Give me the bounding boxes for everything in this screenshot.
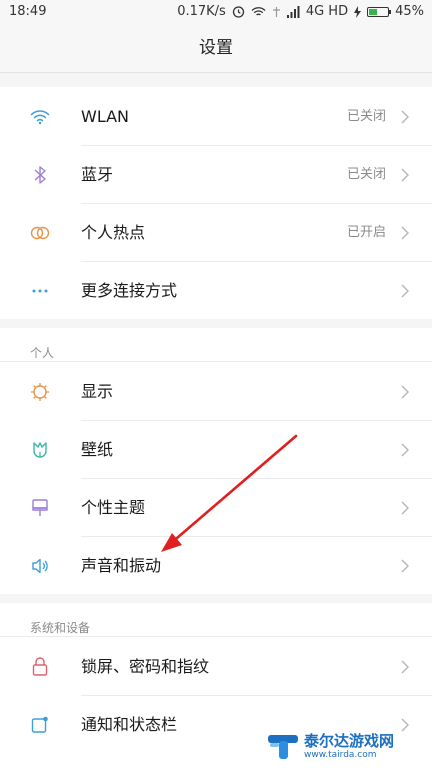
charging-icon <box>354 5 362 18</box>
more-dots-icon <box>30 281 50 301</box>
notification-icon <box>30 715 50 735</box>
speaker-icon <box>30 556 50 576</box>
page-title: 设置 <box>0 24 432 73</box>
settings-item-theme[interactable]: 个性主题 <box>0 479 432 536</box>
settings-item-value: 已关闭 <box>346 167 386 182</box>
settings-item-wlan[interactable]: WLAN 已关闭 <box>0 88 432 145</box>
settings-item-label: 个人热点 <box>81 223 146 242</box>
settings-item-value: 已关闭 <box>346 109 386 124</box>
settings-item-hotspot[interactable]: 个人热点 已开启 <box>0 204 432 261</box>
watermark-logo: 泰尔达游戏网 www.tairda.com <box>266 726 426 766</box>
divider <box>0 636 432 637</box>
status-time: 18:49 <box>9 4 47 19</box>
settings-item-label: 声音和振动 <box>81 556 162 575</box>
settings-item-display[interactable]: 显示 <box>0 363 432 420</box>
battery-icon <box>367 6 392 17</box>
chevron-right-icon <box>401 110 409 124</box>
chevron-right-icon <box>401 559 409 573</box>
hotspot-icon <box>30 223 50 243</box>
settings-item-value: 已开启 <box>346 225 386 240</box>
settings-item-more-connections[interactable]: 更多连接方式 <box>0 262 432 319</box>
settings-item-label: 个性主题 <box>81 498 146 517</box>
section-gap <box>0 319 432 328</box>
theme-brush-icon <box>30 498 50 518</box>
watermark-url: www.tairda.com <box>304 750 377 760</box>
settings-item-label: 显示 <box>81 382 114 401</box>
wallpaper-tulip-icon <box>30 440 50 460</box>
chevron-right-icon <box>401 385 409 399</box>
watermark-t-icon <box>268 735 298 759</box>
signal-off-icon <box>272 6 281 18</box>
section-gap <box>0 594 432 603</box>
section-gap <box>0 73 432 87</box>
chevron-right-icon <box>401 168 409 182</box>
settings-item-wallpaper[interactable]: 壁纸 <box>0 421 432 478</box>
settings-item-label: 通知和状态栏 <box>81 715 178 734</box>
settings-item-lock-password[interactable]: 锁屏、密码和指纹 <box>0 638 432 695</box>
battery-percent: 45% <box>395 4 424 19</box>
settings-item-label: 锁屏、密码和指纹 <box>81 657 210 676</box>
signal-bars-icon <box>286 5 300 18</box>
network-speed: 0.17K/s <box>177 4 226 19</box>
chevron-right-icon <box>401 226 409 240</box>
settings-item-label: 更多连接方式 <box>81 281 178 300</box>
settings-list: WLAN 已关闭 蓝牙 已关闭 个人热点 已开启 更多连接方式 个人 显示 壁纸… <box>0 73 432 768</box>
settings-item-sound-vibration[interactable]: 声音和振动 <box>0 537 432 594</box>
bluetooth-icon <box>30 165 50 185</box>
wifi-status-icon <box>251 6 266 18</box>
chevron-right-icon <box>401 501 409 515</box>
section-header-label: 个人 <box>30 346 55 360</box>
lock-icon <box>30 657 50 677</box>
divider <box>0 361 432 362</box>
wifi-icon <box>30 107 50 127</box>
network-type: 4G HD <box>305 4 349 19</box>
section-header-label: 系统和设备 <box>30 621 91 635</box>
settings-item-label: 壁纸 <box>81 440 114 459</box>
alarm-icon <box>232 5 245 18</box>
chevron-right-icon <box>401 660 409 674</box>
status-bar: 18:49 0.17K/s 4G HD 45% <box>0 0 432 24</box>
chevron-right-icon <box>401 443 409 457</box>
chevron-right-icon <box>401 284 409 298</box>
settings-item-label: 蓝牙 <box>81 165 114 184</box>
display-sun-icon <box>30 382 50 402</box>
watermark-text: 泰尔达游戏网 <box>304 732 395 750</box>
settings-item-label: WLAN <box>81 107 130 126</box>
settings-item-bluetooth[interactable]: 蓝牙 已关闭 <box>0 146 432 203</box>
